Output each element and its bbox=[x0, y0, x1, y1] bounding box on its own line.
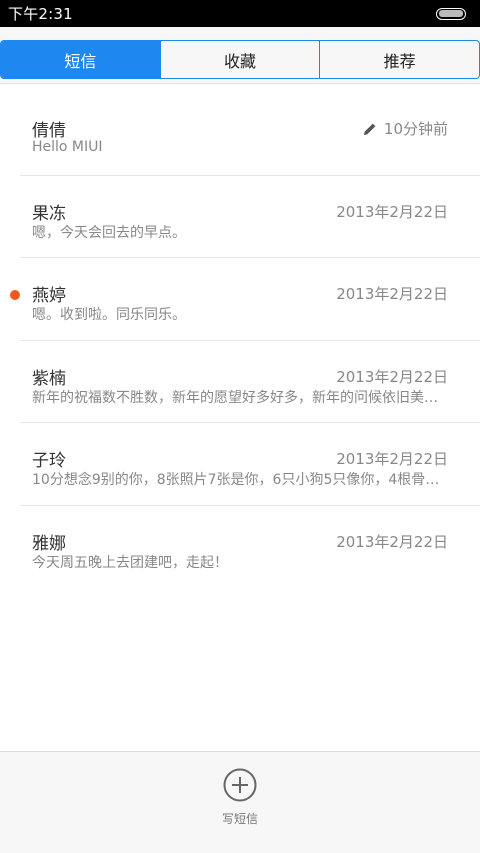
date-text: 2013年2月22日 bbox=[336, 450, 448, 469]
battery-icon bbox=[436, 7, 466, 20]
conversation-row[interactable]: 子玲 2013年2月22日 10分想念9别的你，8张照片7张是你，6只小狗5只像… bbox=[20, 423, 480, 506]
message-preview: 10分想念9别的你，8张照片7张是你，6只小狗5只像你，4根骨头… bbox=[32, 472, 448, 489]
date-text: 2013年2月22日 bbox=[336, 285, 448, 304]
conversation-row[interactable]: 紫楠 2013年2月22日 新年的祝福数不胜数，新年的愿望好多好多，新年的问候依… bbox=[20, 341, 480, 424]
message-preview: 嗯。收到啦。同乐同乐。 bbox=[32, 307, 186, 324]
compose-button[interactable]: 写短信 bbox=[222, 768, 258, 827]
contact-name: 果冻 bbox=[32, 203, 66, 224]
compose-label: 写短信 bbox=[221, 812, 258, 826]
pencil-icon bbox=[363, 123, 376, 135]
tab-messages[interactable]: 短信 bbox=[1, 41, 161, 78]
contact-name: 紫楠 bbox=[32, 368, 66, 389]
date-text: 2013年2月22日 bbox=[336, 532, 448, 551]
message-preview: 新年的祝福数不胜数，新年的愿望好多好多，新年的问候依旧美好… bbox=[32, 389, 448, 406]
contact-name: 燕婷 bbox=[32, 286, 66, 307]
tab-bar: 短信 收藏 推荐 bbox=[0, 40, 480, 79]
contact-name: 雅娜 bbox=[32, 533, 66, 554]
bottom-toolbar: 写短信 bbox=[0, 751, 480, 853]
contact-name: 子玲 bbox=[32, 451, 66, 472]
conversation-list: 倩倩 10分钟前 Hello MIUI 果冻 2013年2月22日 嗯，今天会回… bbox=[0, 93, 480, 589]
date-text: 10分钟前 bbox=[383, 120, 448, 138]
date-text: 2013年2月22日 bbox=[336, 367, 448, 386]
date-text: 2013年2月22日 bbox=[336, 202, 448, 221]
draft-time: 10分钟前 bbox=[362, 118, 448, 139]
message-preview: 今天周五晚上去团建吧，走起！ bbox=[32, 554, 228, 571]
conversation-row[interactable]: 倩倩 10分钟前 Hello MIUI bbox=[20, 93, 480, 176]
tab-favorites[interactable]: 收藏 bbox=[161, 41, 321, 78]
status-bar: 下午2:31 bbox=[0, 0, 480, 27]
message-preview: Hello MIUI bbox=[32, 139, 103, 155]
header: 短信 收藏 推荐 bbox=[0, 27, 480, 84]
status-time: 下午2:31 bbox=[8, 5, 73, 23]
message-preview: 嗯，今天会回去的早点。 bbox=[32, 224, 186, 241]
contact-name: 倩倩 bbox=[32, 121, 66, 141]
conversation-row[interactable]: 燕婷 2013年2月22日 嗯。收到啦。同乐同乐。 bbox=[10, 258, 480, 341]
plus-circle-icon bbox=[223, 768, 257, 802]
conversation-row[interactable]: 果冻 2013年2月22日 嗯，今天会回去的早点。 bbox=[20, 176, 480, 259]
unread-dot-icon bbox=[10, 290, 20, 301]
conversation-row[interactable]: 雅娜 2013年2月22日 今天周五晚上去团建吧，走起！ bbox=[20, 506, 480, 589]
tab-recommended[interactable]: 推荐 bbox=[320, 41, 479, 78]
